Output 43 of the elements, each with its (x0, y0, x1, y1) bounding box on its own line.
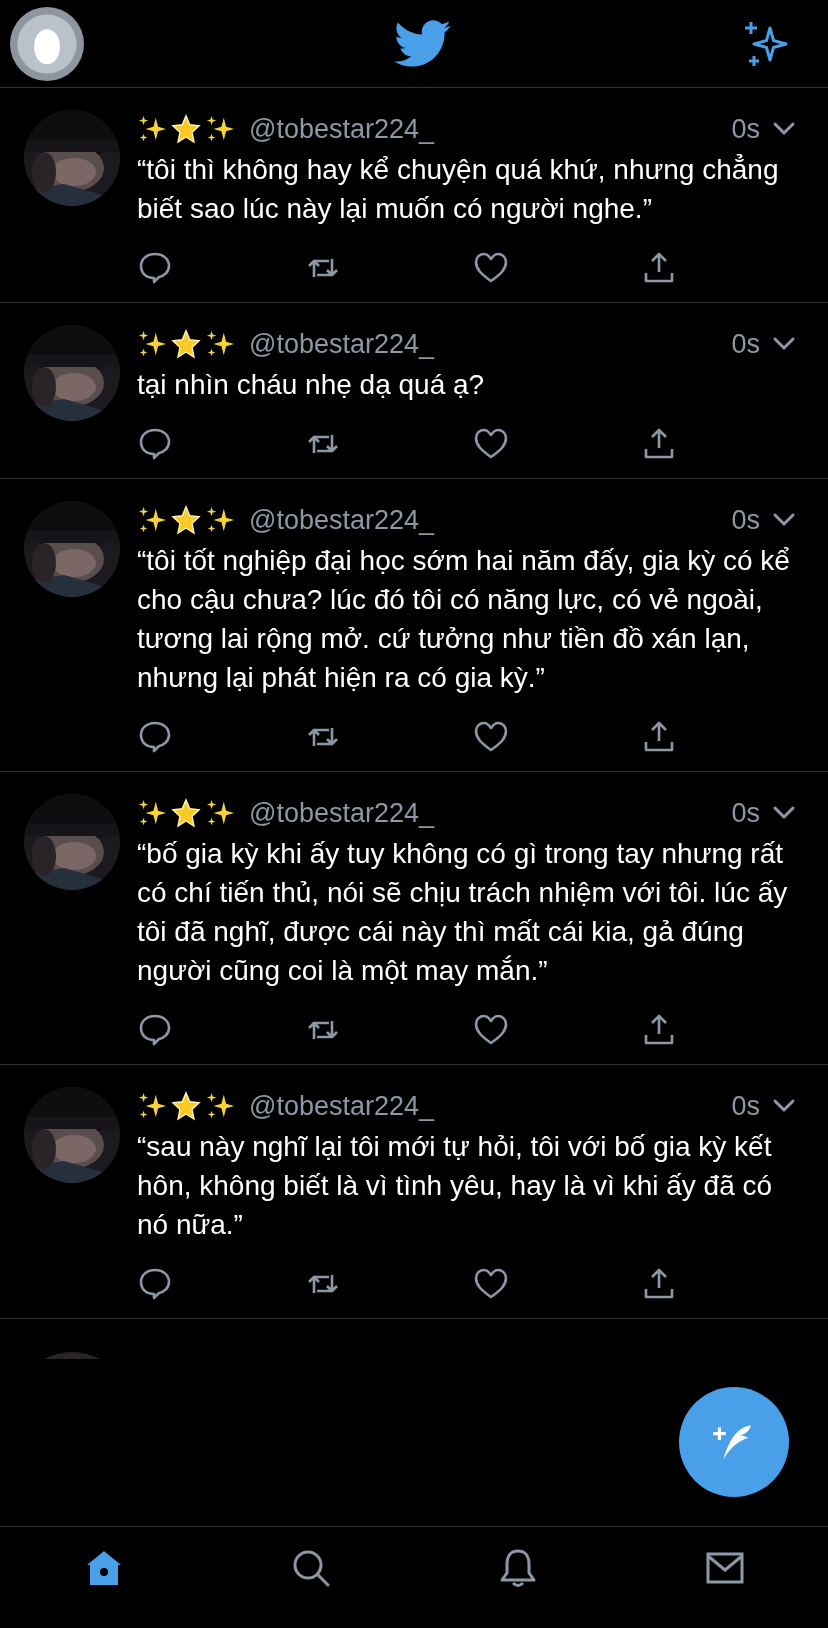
sparkles-icon (205, 505, 235, 535)
timestamp: 0s (731, 328, 760, 360)
chevron-down-icon[interactable] (772, 1098, 796, 1114)
reply-icon[interactable] (137, 250, 173, 286)
sparkles-icon (205, 1091, 235, 1121)
tweet-text: “tôi thì không hay kể chuyện quá khứ, nhưng chẳng biết sao lúc này lại muốn có người nghe.” (137, 153, 780, 226)
chevron-down-icon[interactable] (772, 336, 796, 352)
timestamp: 0s (731, 504, 760, 536)
sparkles-icon (137, 329, 167, 359)
sparkles-icon (205, 114, 235, 144)
bird-logo-icon (394, 19, 452, 68)
tweet-text: “bố gia kỳ khi ấy tuy không có gì trong tay nhưng rất có chí tiến thủ, nói sẽ chịu trách nhiệm với tôi. lúc ấy tôi đã nghĩ, được cái này thì mất cái kia, gả đúng người cũng coi là một may mắn.” (137, 837, 789, 988)
sparkles-icon (137, 505, 167, 535)
glowing-star-icon (171, 1091, 201, 1121)
sparkles-icon (205, 798, 235, 828)
reply-icon[interactable] (137, 426, 173, 462)
timestamp: 0s (731, 113, 760, 145)
profile-avatar-icon[interactable] (10, 6, 84, 81)
user-handle[interactable]: @tobestar224_ (249, 1090, 435, 1122)
chevron-down-icon[interactable] (772, 805, 796, 821)
user-handle[interactable]: @tobestar224_ (249, 113, 435, 145)
tweet-text: tại nhìn cháu nhẹ dạ quá ạ? (137, 368, 486, 402)
glowing-star-icon (171, 798, 201, 828)
chevron-down-icon[interactable] (772, 512, 796, 528)
reply-icon[interactable] (137, 719, 173, 755)
tweet-text: “sau này nghĩ lại tôi mới tự hỏi, tôi với bố gia kỳ kết hôn, không biết là vì tình yêu, hay là vì khi ấy đã có nó nữa.” (137, 1130, 774, 1242)
sparkle-icon[interactable] (742, 19, 790, 68)
user-handle[interactable]: @tobestar224_ (249, 504, 435, 536)
sparkles-icon (137, 114, 167, 144)
glowing-star-icon (171, 505, 201, 535)
glowing-star-icon (171, 329, 201, 359)
timestamp: 0s (731, 1090, 760, 1122)
tweet-text: “tôi tốt nghiệp đại học sớm hai năm đấy, gia kỳ có kể cho cậu chưa? lúc đó tôi có năng lực, có vẻ ngoài, tương lai rộng mở. cứ tưởng như tiền đồ xán lạn, nhưng lại phát hiện ra có gia kỳ.” (137, 544, 791, 695)
glowing-star-icon (171, 114, 201, 144)
reply-icon[interactable] (137, 1266, 173, 1302)
sparkles-icon (205, 329, 235, 359)
sparkles-icon (137, 1091, 167, 1121)
user-handle[interactable]: @tobestar224_ (249, 328, 435, 360)
timestamp: 0s (731, 797, 760, 829)
reply-icon[interactable] (137, 1012, 173, 1048)
sparkles-icon (137, 798, 167, 828)
chevron-down-icon[interactable] (772, 121, 796, 137)
user-handle[interactable]: @tobestar224_ (249, 797, 435, 829)
